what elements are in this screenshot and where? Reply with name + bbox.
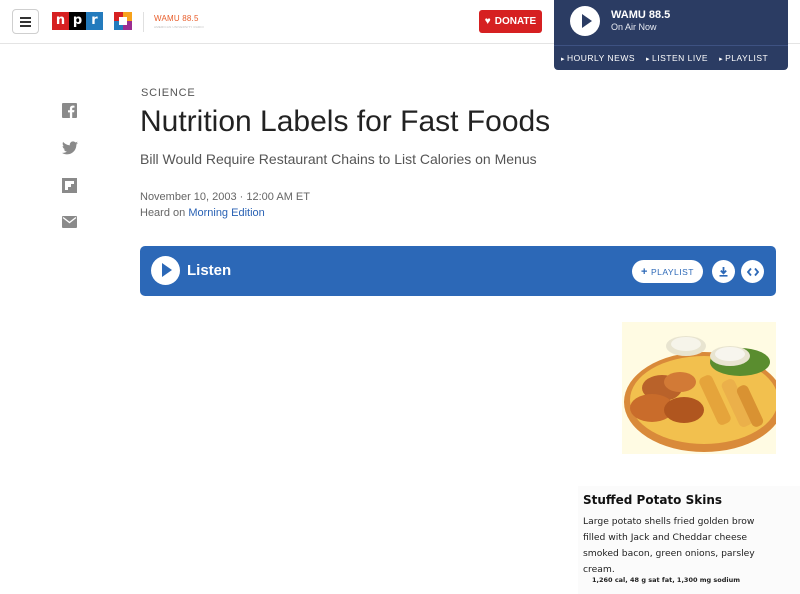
npr-logo-r: r	[86, 12, 103, 30]
hamburger-icon	[20, 16, 31, 19]
live-play-button[interactable]	[570, 6, 600, 36]
article-title: Nutrition Labels for Fast Foods	[140, 105, 551, 138]
embed-icon	[746, 267, 759, 276]
station-logo-tagline: AMERICAN UNIVERSITY RADIO	[154, 25, 204, 29]
menu-item-description: Large potato shells fried golden brow fi…	[583, 516, 755, 575]
station-logo-text: WAMU 88.5	[154, 14, 199, 23]
player-status: On Air Now	[611, 22, 657, 32]
fried-food-photo	[622, 322, 776, 454]
heart-icon: ♥	[484, 16, 491, 27]
menu-card: Stuffed Potato Skins Large potato shells…	[578, 486, 800, 594]
article-image: Stuffed Potato Skins Large potato shells…	[548, 318, 800, 594]
article-subtitle: Bill Would Require Restaurant Chains to …	[140, 151, 537, 167]
article-date: November 10, 2003 · 12:00 AM ET	[140, 191, 310, 203]
npr-logo-p: p	[69, 12, 86, 30]
menu-button[interactable]	[12, 9, 39, 34]
menu-item-nutrition: 1,260 cal, 48 g sat fat, 1,300 mg sodium	[592, 576, 741, 584]
listen-live-link[interactable]: LISTEN LIVE	[646, 53, 708, 63]
donate-label: DONATE	[494, 16, 537, 27]
playlist-link[interactable]: PLAYLIST	[719, 53, 768, 63]
add-to-playlist-button[interactable]: + PLAYLIST	[632, 260, 703, 283]
email-icon[interactable]	[62, 216, 78, 230]
menu-item-title: Stuffed Potato Skins	[583, 493, 723, 507]
heard-on: Heard on Morning Edition	[140, 207, 265, 219]
twitter-icon[interactable]	[62, 141, 78, 155]
npr-logo-n: n	[52, 12, 69, 30]
player-links: HOURLY NEWS LISTEN LIVE PLAYLIST	[554, 45, 788, 70]
header-divider	[143, 12, 144, 32]
article-slug[interactable]: SCIENCE	[141, 87, 196, 99]
playlist-label: PLAYLIST	[650, 266, 694, 277]
npr-logo[interactable]: n p r	[52, 12, 103, 30]
embed-button[interactable]	[741, 260, 764, 283]
heard-on-prefix: Heard on	[140, 207, 189, 219]
audio-player: Listen + PLAYLIST	[140, 246, 776, 296]
player-station-name: WAMU 88.5	[611, 9, 671, 21]
download-icon	[719, 267, 728, 277]
hourly-news-link[interactable]: HOURLY NEWS	[561, 53, 635, 63]
facebook-icon[interactable]	[62, 103, 78, 118]
program-link[interactable]: Morning Edition	[188, 207, 264, 219]
download-button[interactable]	[712, 260, 735, 283]
station-mark-icon	[114, 12, 132, 30]
plus-icon: +	[641, 265, 648, 278]
flipboard-icon[interactable]	[62, 178, 78, 193]
play-button[interactable]	[151, 256, 180, 285]
listen-label: Listen	[187, 262, 232, 279]
live-player: WAMU 88.5 On Air Now HOURLY NEWS LISTEN …	[554, 0, 788, 70]
donate-button[interactable]: ♥ DONATE	[479, 10, 542, 33]
station-logo[interactable]: WAMU 88.5 AMERICAN UNIVERSITY RADIO	[154, 14, 204, 29]
